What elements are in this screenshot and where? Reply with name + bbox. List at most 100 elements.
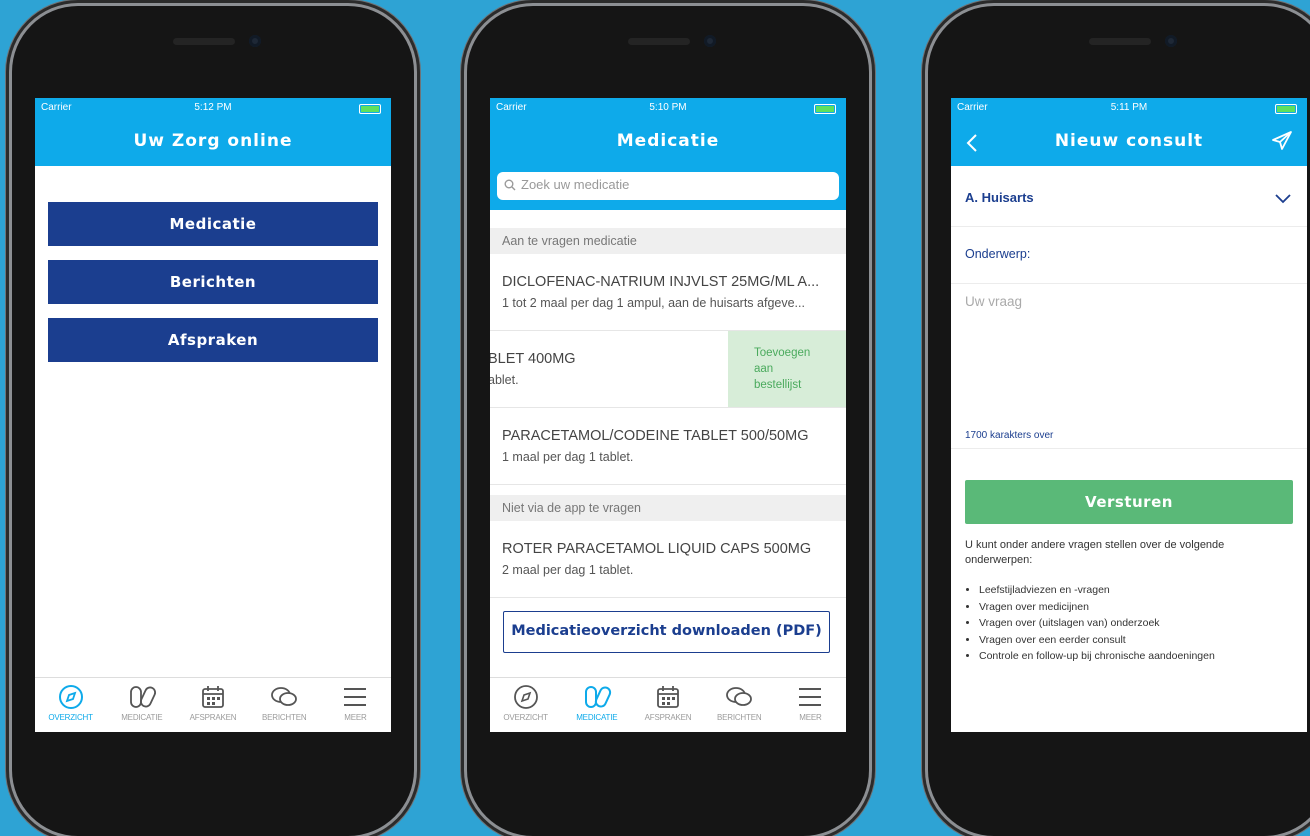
medication-item[interactable]: PARACETAMOL/CODEINE TABLET 500/50MG 1 ma… [490, 408, 846, 485]
topics-list: Leefstijladviezen en -vragen Vragen over… [965, 582, 1215, 665]
speaker [173, 38, 235, 45]
search-box[interactable] [497, 172, 839, 200]
pills-icon [584, 686, 611, 708]
search-icon [504, 179, 516, 191]
tab-medicatie[interactable]: MEDICATIE [561, 678, 632, 732]
phone-home: Carrier 5:12 PM Uw Zorg online Medicatie… [12, 6, 414, 836]
tab-label: MEDICATIE [121, 713, 163, 722]
compass-icon [58, 685, 83, 709]
medication-name: ROTER PARACETAMOL LIQUID CAPS 500MG [502, 541, 812, 557]
list-item: Controle en follow-up bij chronische aan… [979, 648, 1215, 665]
tab-label: BERICHTEN [716, 713, 762, 722]
list-item: Leefstijladviezen en -vragen [979, 582, 1215, 599]
nav-bar: Nieuw consult [951, 118, 1307, 166]
page-title: Uw Zorg online [133, 131, 293, 151]
chevron-down-icon [1275, 194, 1291, 204]
status-bar: Carrier 5:12 PM [35, 98, 391, 118]
tab-label: OVERZICHT [503, 713, 548, 722]
info-text: U kunt onder andere vragen stellen over … [965, 539, 1225, 566]
tab-label: MEER [344, 713, 367, 722]
tab-label: BERICHTEN [261, 713, 307, 722]
status-bar: Carrier 5:10 PM [490, 98, 846, 118]
tab-label: AFSPRAKEN [189, 713, 237, 722]
section-header: Aan te vragen medicatie [490, 228, 846, 254]
swipe-action-line: Toevoegen [754, 347, 811, 359]
tab-label: OVERZICHT [48, 713, 93, 722]
status-time: 5:12 PM [194, 102, 232, 113]
camera [704, 35, 716, 47]
afspraken-button[interactable]: Afspraken [48, 318, 378, 362]
tab-afspraken[interactable]: AFSPRAKEN [177, 678, 248, 732]
berichten-button[interactable]: Berichten [48, 260, 378, 304]
medicatie-button[interactable]: Medicatie [48, 202, 378, 246]
tab-bar: OVERZICHT MEDICATIE AFSPRAKEN BERICHTEN … [35, 677, 391, 732]
nav-bar: Uw Zorg online [35, 118, 391, 166]
list-item: Vragen over (uitslagen van) onderzoek [979, 615, 1215, 632]
status-time: 5:11 PM [1110, 102, 1148, 113]
status-time: 5:10 PM [649, 102, 687, 113]
phone-consult: Carrier 5:11 PM Nieuw consult A. Huisart… [928, 6, 1310, 836]
medication-dose: 1 tot 2 maal per dag 1 ampul, aan de hui… [502, 296, 805, 310]
swipe-action-line: aan [754, 363, 774, 375]
section-header: Niet via de app te vragen [490, 495, 846, 521]
menu-icon [344, 688, 367, 706]
tab-berichten[interactable]: BERICHTEN [249, 678, 320, 732]
tab-label: MEDICATIE [576, 713, 618, 722]
medication-item[interactable]: BLET 400MG ablet. Toevoegen aan bestelli… [490, 331, 846, 408]
menu-icon [799, 688, 822, 706]
consult-screen: Carrier 5:11 PM Nieuw consult A. Huisart… [951, 98, 1307, 732]
home-screen: Carrier 5:12 PM Uw Zorg online Medicatie… [35, 98, 391, 732]
medication-dose: 1 maal per dag 1 tablet. [502, 450, 634, 464]
subject-field[interactable]: Onderwerp: [951, 227, 1307, 284]
subject-label: Onderwerp: [965, 247, 1031, 261]
nav-bar: Medicatie [490, 118, 846, 166]
tab-afspraken[interactable]: AFSPRAKEN [632, 678, 703, 732]
tab-label: AFSPRAKEN [644, 713, 692, 722]
divider [951, 448, 1307, 449]
battery-icon [814, 104, 836, 114]
calendar-icon [657, 686, 679, 708]
chat-icon [271, 687, 298, 706]
medication-item[interactable]: ROTER PARACETAMOL LIQUID CAPS 500MG 2 ma… [490, 521, 846, 598]
medication-name: DICLOFENAC-NATRIUM INJVLST 25MG/ML A... [502, 274, 820, 290]
recipient-select[interactable]: A. Huisarts [951, 166, 1307, 227]
speaker [1089, 38, 1151, 45]
tab-overzicht[interactable]: OVERZICHT [490, 678, 561, 732]
speaker [628, 38, 690, 45]
tab-bar: OVERZICHT MEDICATIE AFSPRAKEN BERICHTEN … [490, 677, 846, 732]
compass-icon [513, 685, 538, 709]
medication-dose: ablet. [490, 373, 519, 387]
send-icon[interactable] [1271, 130, 1293, 152]
tab-overzicht[interactable]: OVERZICHT [35, 678, 106, 732]
send-button[interactable]: Versturen [965, 480, 1293, 524]
camera [1165, 35, 1177, 47]
medication-dose: 2 maal per dag 1 tablet. [502, 563, 634, 577]
character-counter: 1700 karakters over [965, 430, 1054, 441]
question-input[interactable] [965, 294, 1285, 414]
tab-berichten[interactable]: BERICHTEN [704, 678, 775, 732]
medication-screen: Carrier 5:10 PM Medicatie Aan te vragen … [490, 98, 846, 732]
tab-medicatie[interactable]: MEDICATIE [106, 678, 177, 732]
battery-icon [1275, 104, 1297, 114]
medication-name: BLET 400MG [490, 351, 576, 367]
download-pdf-button[interactable]: Medicatieoverzicht downloaden (PDF) [503, 611, 830, 653]
medication-name: PARACETAMOL/CODEINE TABLET 500/50MG [502, 428, 809, 444]
tab-meer[interactable]: MEER [775, 678, 846, 732]
search-bar [490, 166, 846, 210]
phone-medication: Carrier 5:10 PM Medicatie Aan te vragen … [467, 6, 869, 836]
tab-label: MEER [799, 713, 822, 722]
search-input[interactable] [519, 176, 823, 193]
section-title: Niet via de app te vragen [502, 501, 641, 515]
chat-icon [726, 687, 753, 706]
page-title: Medicatie [616, 131, 720, 151]
recipient-value: A. Huisarts [965, 190, 1034, 205]
tab-meer[interactable]: MEER [320, 678, 391, 732]
medication-item[interactable]: DICLOFENAC-NATRIUM INJVLST 25MG/ML A... … [490, 254, 846, 331]
calendar-icon [202, 686, 224, 708]
status-bar: Carrier 5:11 PM [951, 98, 1307, 118]
section-title: Aan te vragen medicatie [502, 234, 637, 248]
list-item: Vragen over medicijnen [979, 599, 1215, 616]
battery-icon [359, 104, 381, 114]
pills-icon [129, 686, 156, 708]
add-to-order-list-button[interactable]: Toevoegen aan bestellijst [728, 331, 846, 407]
